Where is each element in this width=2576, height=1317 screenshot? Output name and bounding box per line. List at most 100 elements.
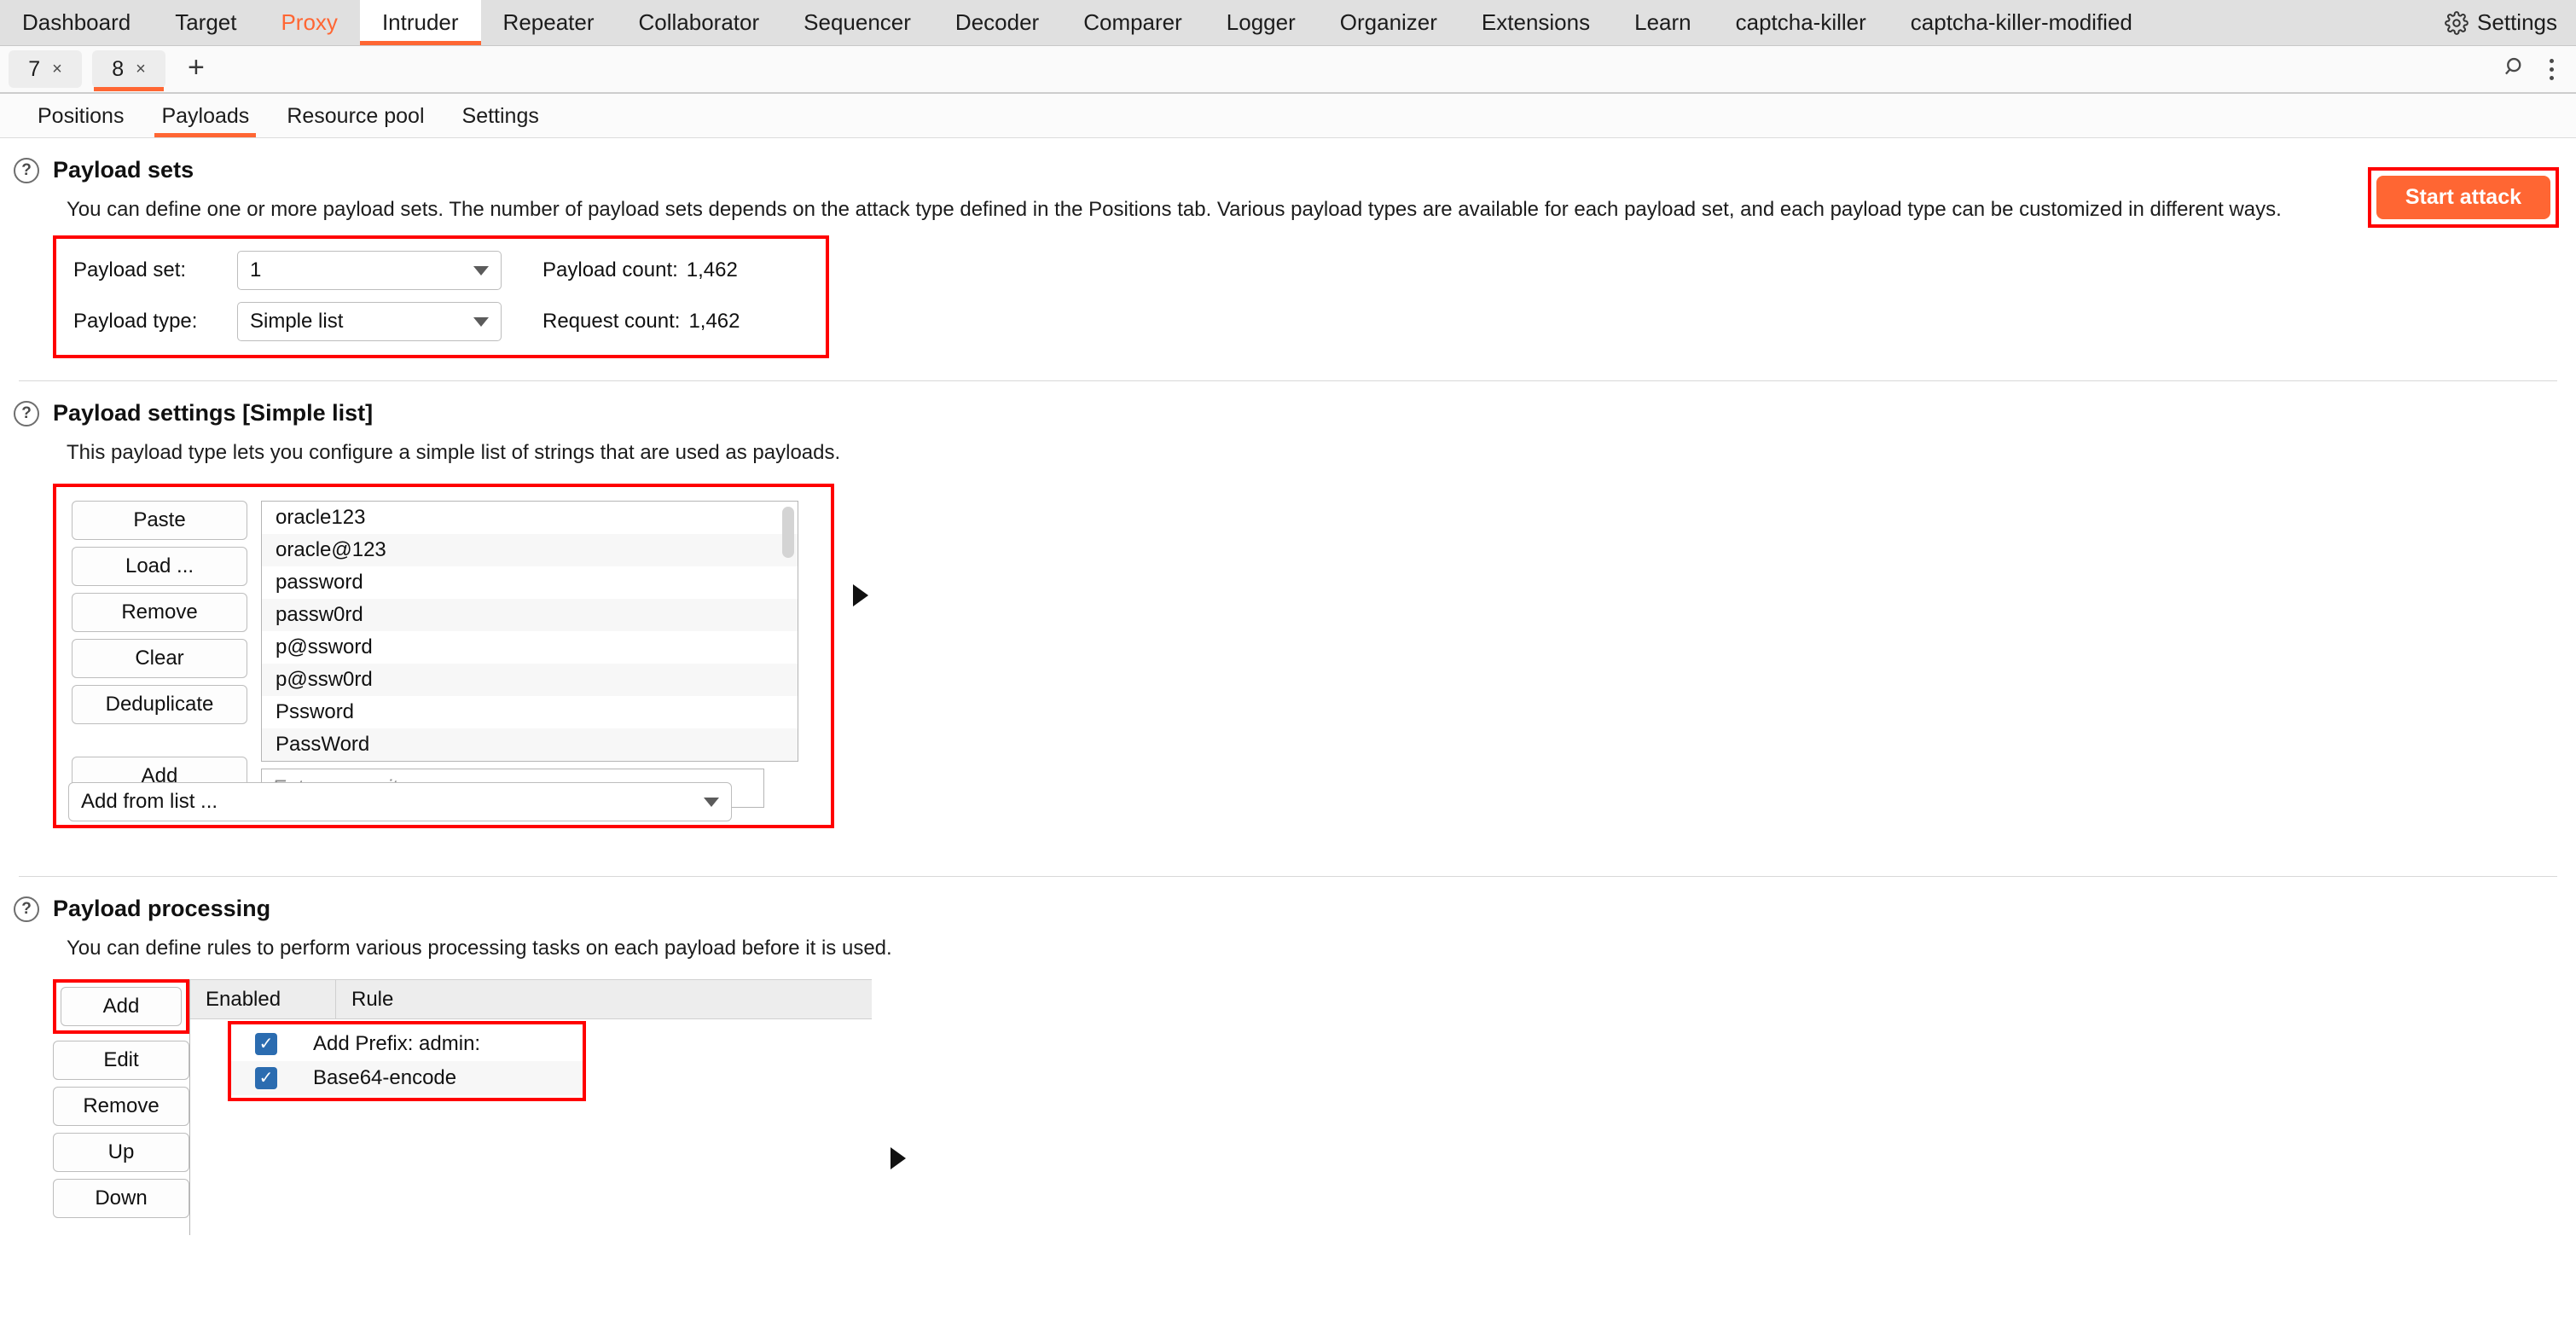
- tab-row-actions: [2503, 55, 2576, 84]
- main-tab-target[interactable]: Target: [153, 0, 258, 45]
- list-item[interactable]: p@ssw0rd: [262, 664, 798, 696]
- main-tab-sequencer[interactable]: Sequencer: [781, 0, 933, 45]
- help-icon[interactable]: ?: [14, 896, 39, 922]
- table-header-row: Enabled Rule: [190, 980, 872, 1019]
- main-tab-label: captcha-killer: [1735, 9, 1866, 35]
- processing-edit-button[interactable]: Edit: [53, 1041, 189, 1080]
- vertical-scrollbar[interactable]: [782, 507, 794, 558]
- payload-set-row: Payload set: 1: [73, 251, 502, 290]
- processing-remove-button[interactable]: Remove: [53, 1087, 189, 1126]
- divider: [19, 876, 2557, 877]
- main-tab-learn[interactable]: Learn: [1612, 0, 1714, 45]
- table-row[interactable]: ✓ Base64-encode: [231, 1061, 583, 1095]
- attack-tab-7[interactable]: 7 ×: [9, 50, 82, 88]
- main-tab-label: Proxy: [281, 9, 338, 35]
- search-icon[interactable]: [2503, 55, 2527, 84]
- main-tab-comparer[interactable]: Comparer: [1061, 0, 1204, 45]
- attack-tab-8[interactable]: 8 ×: [92, 50, 165, 91]
- tab-positions[interactable]: Positions: [19, 104, 142, 137]
- rule-enabled-checkbox[interactable]: ✓: [255, 1033, 277, 1055]
- intruder-sub-tab-row: Positions Payloads Resource pool Setting…: [0, 94, 2576, 138]
- payload-set-value: 1: [250, 258, 262, 281]
- payload-processing-area: Add Edit Remove Up Down Enabled Rule ✓ A…: [53, 979, 2576, 1235]
- processing-buttons: Add Edit Remove Up Down: [53, 979, 189, 1218]
- clear-button[interactable]: Clear: [72, 639, 247, 678]
- list-item[interactable]: p@ssword: [262, 631, 798, 664]
- start-attack-highlight: Start attack: [2367, 167, 2559, 228]
- main-tab-collaborator[interactable]: Collaborator: [617, 0, 782, 45]
- main-tab-label: Learn: [1634, 9, 1691, 35]
- main-tab-captcha-killer[interactable]: captcha-killer: [1714, 0, 1888, 45]
- close-icon[interactable]: ×: [52, 60, 62, 79]
- main-tab-decoder[interactable]: Decoder: [933, 0, 1061, 45]
- tab-label: Resource pool: [287, 104, 425, 128]
- tab-payloads[interactable]: Payloads: [142, 104, 268, 137]
- request-count-value: 1,462: [688, 310, 740, 333]
- processing-up-button[interactable]: Up: [53, 1133, 189, 1172]
- column-header-enabled: Enabled: [206, 987, 281, 1011]
- help-icon[interactable]: ?: [14, 157, 39, 183]
- payload-sets-description: You can define one or more payload sets.…: [67, 198, 2282, 221]
- main-tab-extensions[interactable]: Extensions: [1459, 0, 1612, 45]
- tab-resource-pool[interactable]: Resource pool: [268, 104, 443, 137]
- tab-label: Positions: [38, 104, 125, 128]
- add-from-list-select[interactable]: Add from list ...: [68, 782, 732, 821]
- payload-settings-title: Payload settings [Simple list]: [53, 400, 374, 426]
- list-item[interactable]: password: [262, 566, 798, 599]
- paste-button[interactable]: Paste: [72, 501, 247, 540]
- processing-add-highlight: Add: [53, 979, 189, 1034]
- new-tab-button[interactable]: +: [176, 53, 217, 82]
- expand-right-triangle-icon[interactable]: [853, 584, 868, 606]
- rule-label: Add Prefix: admin:: [313, 1032, 481, 1055]
- main-tab-repeater[interactable]: Repeater: [481, 0, 617, 45]
- settings-button[interactable]: Settings: [2426, 0, 2576, 45]
- main-tab-dashboard[interactable]: Dashboard: [0, 0, 153, 45]
- expand-right-triangle-icon[interactable]: [891, 1147, 906, 1169]
- divider: [19, 380, 2557, 381]
- main-tab-intruder[interactable]: Intruder: [359, 0, 481, 45]
- payload-list[interactable]: oracle123 oracle@123 password passw0rd p…: [261, 501, 798, 762]
- tab-label: Settings: [461, 104, 539, 128]
- table-row[interactable]: ✓ Add Prefix: admin:: [231, 1027, 583, 1061]
- payload-list-expander-column: [834, 465, 868, 726]
- payload-settings-description: This payload type lets you configure a s…: [67, 441, 841, 464]
- chevron-down-icon: [473, 265, 489, 276]
- payload-type-row: Payload type: Simple list: [73, 302, 502, 341]
- payload-set-select[interactable]: 1: [237, 251, 502, 290]
- simple-list-editor: Paste Load ... Remove Clear Deduplicate …: [53, 484, 834, 828]
- main-tab-captcha-killer-modified[interactable]: captcha-killer-modified: [1888, 0, 2155, 45]
- main-tab-label: Organizer: [1339, 9, 1437, 35]
- column-header-rule: Rule: [335, 980, 872, 1018]
- list-item[interactable]: passw0rd: [262, 599, 798, 631]
- close-icon[interactable]: ×: [136, 60, 146, 79]
- request-count-label: Request count:: [542, 310, 681, 333]
- processing-down-button[interactable]: Down: [53, 1179, 189, 1218]
- tab-label: Payloads: [161, 104, 250, 128]
- main-tab-proxy[interactable]: Proxy: [258, 0, 359, 45]
- remove-button[interactable]: Remove: [72, 593, 247, 632]
- list-item[interactable]: Pssword: [262, 696, 798, 728]
- processing-add-button[interactable]: Add: [61, 987, 182, 1026]
- payloads-panel: Start attack ? Payload sets You can defi…: [0, 157, 2576, 1235]
- deduplicate-button[interactable]: Deduplicate: [72, 685, 247, 724]
- list-item[interactable]: PassWord: [262, 728, 798, 761]
- help-icon[interactable]: ?: [14, 400, 39, 426]
- main-tab-label: Collaborator: [638, 9, 760, 35]
- main-tab-label: Target: [175, 9, 237, 35]
- processing-rules-table: Enabled Rule ✓ Add Prefix: admin: ✓ Base…: [189, 979, 872, 1235]
- kebab-menu-icon[interactable]: [2550, 58, 2554, 80]
- list-item[interactable]: oracle@123: [262, 534, 798, 566]
- main-tab-organizer[interactable]: Organizer: [1318, 0, 1459, 45]
- payload-type-value: Simple list: [250, 310, 344, 333]
- list-item[interactable]: oracle123: [262, 502, 798, 534]
- main-tab-label: Extensions: [1481, 9, 1591, 35]
- main-tab-logger[interactable]: Logger: [1204, 0, 1318, 45]
- payload-type-select[interactable]: Simple list: [237, 302, 502, 341]
- tab-settings[interactable]: Settings: [444, 104, 558, 137]
- start-attack-button[interactable]: Start attack: [2376, 176, 2550, 219]
- rule-enabled-checkbox[interactable]: ✓: [255, 1067, 277, 1089]
- chevron-down-icon: [473, 316, 489, 327]
- load-button[interactable]: Load ...: [72, 547, 247, 586]
- main-tab-label: Intruder: [381, 9, 459, 35]
- main-tab-label: Dashboard: [22, 9, 131, 35]
